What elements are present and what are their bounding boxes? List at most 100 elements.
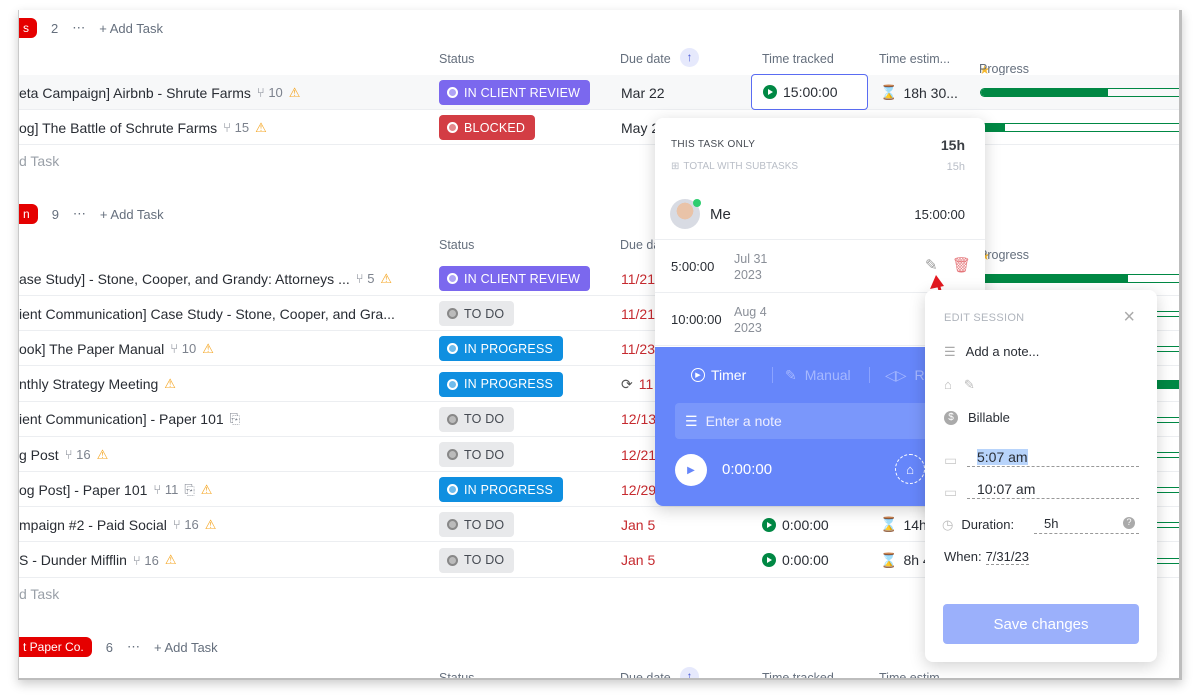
status-badge[interactable]: TO DO bbox=[439, 301, 515, 327]
status-badge[interactable]: TO DO bbox=[439, 442, 515, 467]
status-badge[interactable]: IN CLIENT REVIEW bbox=[439, 80, 591, 105]
status-badge[interactable]: TO DO bbox=[439, 512, 515, 538]
time-tracked[interactable]: 0:00:00 bbox=[762, 543, 829, 578]
status-badge[interactable]: TO DO bbox=[439, 547, 515, 573]
due-date[interactable]: Jan 5 bbox=[621, 543, 655, 578]
tag-icon: ⌂ bbox=[906, 461, 914, 477]
add-task-row[interactable]: d Task bbox=[19, 153, 59, 169]
end-time-input[interactable]: 10:07 am bbox=[967, 481, 1139, 499]
more-icon[interactable]: ⋯ bbox=[127, 639, 140, 655]
subtasks-count[interactable]: ⑂ 16 bbox=[133, 553, 159, 568]
add-task-button[interactable]: + Add Task bbox=[100, 207, 164, 222]
avatar bbox=[670, 199, 701, 229]
subtasks-count[interactable]: ⑂ 11 bbox=[153, 482, 178, 497]
subtasks-count[interactable]: ⑂ 10 bbox=[170, 341, 196, 356]
due-date[interactable]: 11/21/ bbox=[621, 296, 659, 331]
column-due-date[interactable]: Due date bbox=[620, 671, 671, 678]
start-timer-button[interactable]: ▶ bbox=[675, 454, 707, 486]
status-badge[interactable]: IN PROGRESS bbox=[439, 371, 564, 397]
add-task-row[interactable]: d Task bbox=[19, 586, 59, 602]
due-date[interactable]: Jan 5 bbox=[621, 507, 655, 542]
status-badge[interactable]: IN PROGRESS bbox=[439, 336, 564, 362]
clock-icon: ◷ bbox=[942, 517, 954, 532]
tags-field[interactable]: ⌂ ✎ bbox=[944, 377, 975, 393]
dollar-icon: $ bbox=[944, 410, 958, 425]
group-header: n 9 ⋯ + Add Task bbox=[19, 203, 164, 225]
column-time-estimate[interactable]: Time estim... bbox=[879, 671, 950, 678]
task-name[interactable]: og Post] - Paper 101 bbox=[19, 482, 147, 498]
trash-icon[interactable]: 🗑 bbox=[952, 256, 971, 274]
task-name[interactable]: g Post bbox=[19, 447, 59, 463]
subtasks-count[interactable]: ⑂ 16 bbox=[173, 517, 199, 532]
add-task-button[interactable]: + Add Task bbox=[99, 21, 163, 36]
user-total: 15:00:00 bbox=[914, 207, 965, 222]
status-badge[interactable]: IN CLIENT REVIEW bbox=[439, 266, 591, 291]
time-estimate[interactable]: ⌛ 14h bbox=[880, 507, 927, 542]
task-name[interactable]: mpaign #2 - Paid Social bbox=[19, 517, 167, 533]
due-date[interactable]: 12/29 bbox=[621, 472, 656, 507]
table-row[interactable]: eta Campaign] Airbnb - Shrute Farms ⑂ 10… bbox=[19, 74, 1179, 110]
subtasks-count[interactable]: ⑂ 16 bbox=[65, 447, 91, 462]
column-status[interactable]: Status bbox=[439, 671, 474, 678]
column-due-date[interactable]: Due date bbox=[620, 52, 671, 66]
time-estimate[interactable]: ⌛ 8h 4 bbox=[880, 543, 931, 578]
more-icon[interactable]: ⋯ bbox=[72, 20, 85, 36]
add-note-field[interactable]: ☰ Add a note... bbox=[944, 344, 1039, 360]
time-tracked[interactable]: 15:00:00 bbox=[751, 74, 868, 110]
task-name[interactable]: ook] The Paper Manual bbox=[19, 341, 164, 357]
online-indicator bbox=[693, 199, 701, 207]
column-headers: Status Due date ↑ Time tracked Time esti… bbox=[19, 661, 1179, 678]
task-name[interactable]: ient Communication] - Paper 101 bbox=[19, 411, 224, 427]
task-name[interactable]: eta Campaign] Airbnb - Shrute Farms bbox=[19, 85, 251, 101]
column-status[interactable]: Status bbox=[439, 238, 474, 252]
subtasks-count[interactable]: ⑂ 10 bbox=[257, 85, 283, 100]
due-date[interactable]: 11/21/ bbox=[621, 261, 659, 296]
subtasks-count[interactable]: ⑂ 15 bbox=[223, 120, 249, 135]
duration-input[interactable]: 5h? bbox=[1034, 516, 1139, 534]
sort-arrow-up-icon[interactable]: ↑ bbox=[680, 667, 699, 678]
column-time-tracked[interactable]: Time tracked bbox=[762, 671, 834, 678]
sort-arrow-up-icon[interactable]: ↑ bbox=[680, 48, 699, 67]
task-name[interactable]: og] The Battle of Schrute Farms bbox=[19, 120, 217, 136]
billable-toggle[interactable]: $ Billable bbox=[944, 410, 1010, 425]
recurring-icon: ⟳ bbox=[621, 375, 633, 392]
status-badge[interactable]: IN PROGRESS bbox=[439, 477, 564, 503]
task-name[interactable]: ase Study] - Stone, Cooper, and Grandy: … bbox=[19, 271, 350, 287]
when-date-input[interactable]: 7/31/23 bbox=[985, 549, 1029, 565]
group-label[interactable]: t Paper Co. bbox=[19, 637, 92, 657]
edit-session-popup: EDIT SESSION × ☰ Add a note... ⌂ ✎ $ Billab… bbox=[925, 290, 1157, 662]
group-label[interactable]: n bbox=[19, 204, 38, 224]
status-badge[interactable]: BLOCKED bbox=[439, 115, 536, 141]
tag-icon: ⌂ bbox=[944, 377, 952, 392]
task-name[interactable]: S - Dunder Mifflin bbox=[19, 552, 127, 568]
save-changes-button[interactable]: Save changes bbox=[943, 604, 1139, 644]
more-icon[interactable]: ⋯ bbox=[73, 206, 86, 222]
column-status[interactable]: Status bbox=[439, 52, 474, 66]
warning-icon: ⚠ bbox=[255, 119, 267, 135]
table-row[interactable]: og] The Battle of Schrute Farms ⑂ 15 ⚠ B… bbox=[19, 110, 1179, 146]
time-tracked[interactable]: 0:00:00 bbox=[762, 507, 829, 542]
column-time-estimate[interactable]: Time estim... bbox=[879, 52, 950, 66]
due-date[interactable]: 11/23/ bbox=[621, 331, 659, 366]
group-label[interactable]: s bbox=[19, 18, 37, 38]
subtasks-count[interactable]: ⑂ 5 bbox=[356, 271, 375, 286]
task-name[interactable]: ient Communication] Case Study - Stone, … bbox=[19, 306, 395, 322]
task-name[interactable]: nthly Strategy Meeting bbox=[19, 376, 158, 392]
tag-button[interactable]: ⌂ bbox=[895, 454, 925, 484]
start-time-input[interactable]: 5:07 am bbox=[967, 449, 1139, 467]
tab-manual[interactable]: ✎ Manual bbox=[785, 367, 851, 384]
add-task-button[interactable]: + Add Task bbox=[154, 640, 218, 655]
due-date[interactable]: ⟳ 11 bbox=[621, 367, 653, 402]
column-headers: Status Due date ↑ Time tracked Time esti… bbox=[439, 48, 1030, 77]
status-badge[interactable]: TO DO bbox=[439, 406, 515, 432]
close-icon[interactable]: × bbox=[1123, 306, 1135, 329]
this-task-value: 15h bbox=[940, 137, 965, 153]
warning-icon: ⚠ bbox=[164, 376, 176, 392]
pencil-icon[interactable]: ✎ bbox=[925, 256, 938, 274]
time-estimate[interactable]: ⌛ 18h 30... bbox=[880, 75, 958, 110]
help-icon[interactable]: ? bbox=[1123, 517, 1135, 529]
due-date[interactable]: Mar 22 bbox=[621, 75, 665, 110]
column-time-tracked[interactable]: Time tracked bbox=[762, 52, 834, 66]
tab-timer[interactable]: ▶ Timer bbox=[691, 367, 746, 383]
warning-icon: ⚠ bbox=[164, 552, 177, 568]
